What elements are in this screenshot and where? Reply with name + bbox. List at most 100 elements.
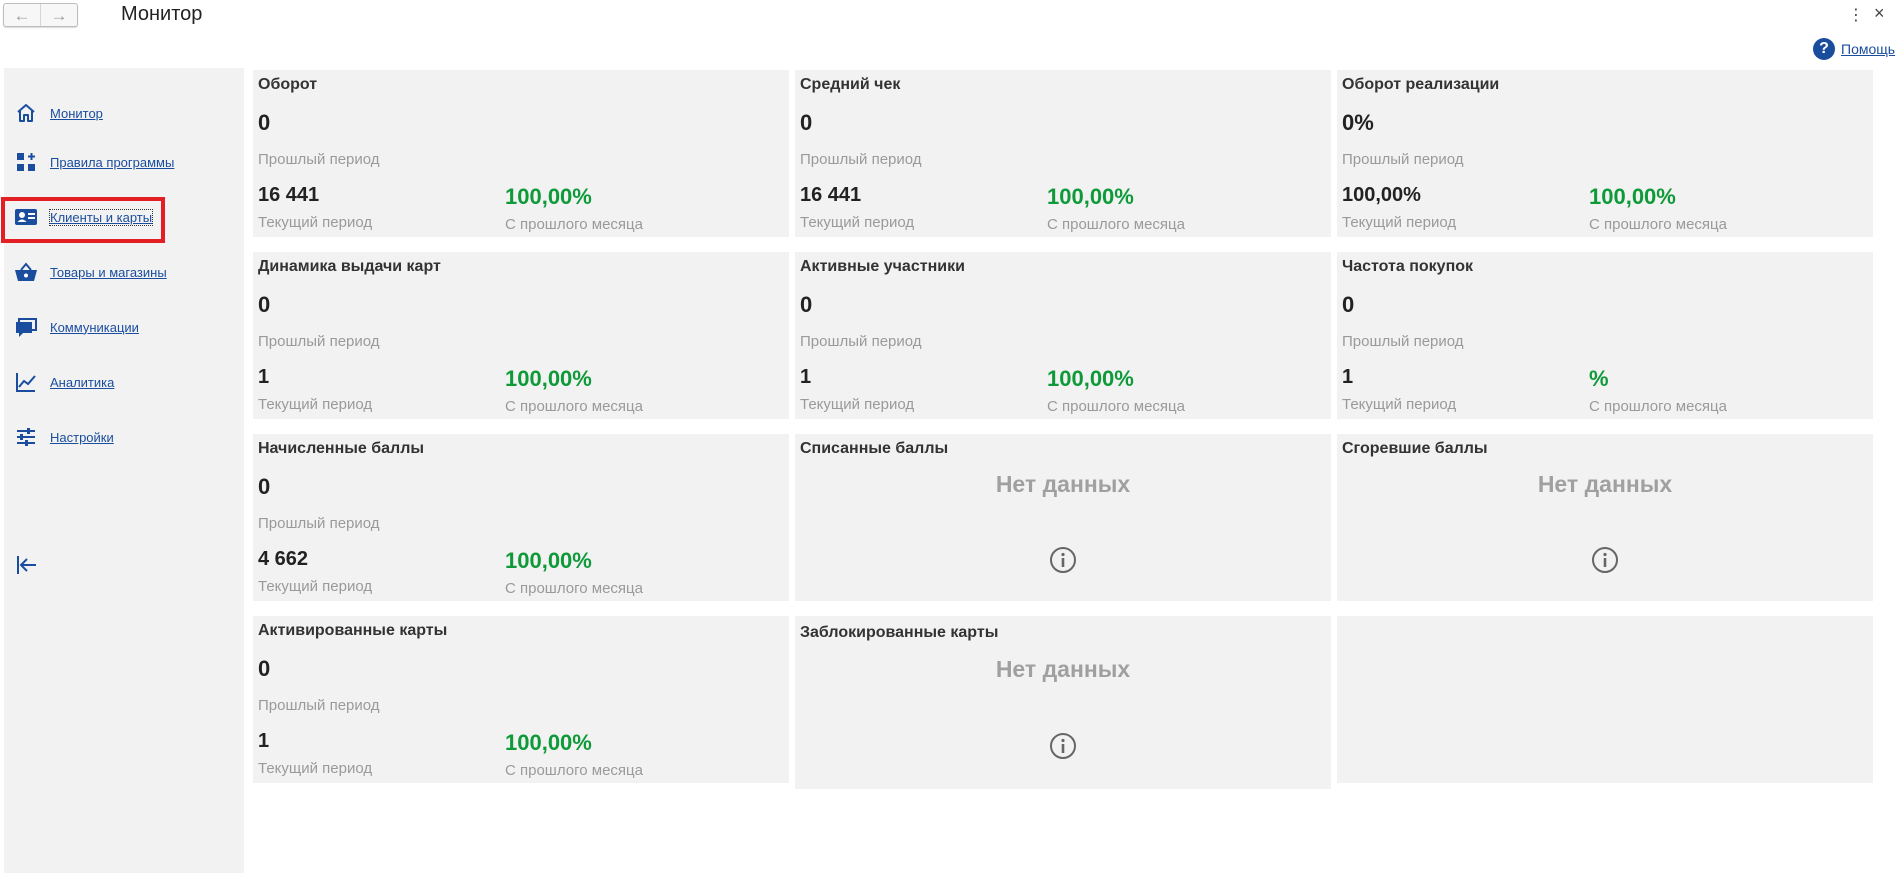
sidebar-item-label[interactable]: Товары и магазины bbox=[50, 265, 167, 280]
change-label: С прошлого месяца bbox=[1047, 398, 1185, 415]
card-title: Заблокированные карты bbox=[800, 624, 999, 641]
current-value: 1 bbox=[258, 730, 270, 752]
metric-card-sales-turnover: Оборот реализации 0% Прошлый период 100,… bbox=[1337, 70, 1873, 237]
window-title: Монитор bbox=[121, 3, 203, 25]
change-percent: 100,00% bbox=[1589, 184, 1676, 209]
current-value: 100,00% bbox=[1342, 184, 1421, 206]
current-value: 16 441 bbox=[800, 184, 862, 206]
close-icon[interactable]: × bbox=[1874, 3, 1885, 24]
prev-label: Прошлый период bbox=[258, 151, 380, 168]
card-title: Списанные баллы bbox=[800, 440, 949, 457]
change-percent: 100,00% bbox=[505, 548, 592, 573]
top-bar: ← → Монитор ⋮ × bbox=[0, 0, 1898, 36]
sidebar-item-monitor[interactable]: Монитор bbox=[14, 101, 103, 125]
nav-buttons: ← → bbox=[3, 3, 78, 27]
change-percent: 100,00% bbox=[505, 366, 592, 391]
chat-icon bbox=[14, 315, 38, 339]
sidebar-item-rules[interactable]: Правила программы bbox=[14, 150, 174, 174]
change-percent: % bbox=[1589, 366, 1609, 391]
change-percent: 100,00% bbox=[1047, 366, 1134, 391]
metric-card-turnover: Оборот 0 Прошлый период 16 441 Текущий п… bbox=[253, 70, 789, 237]
change-label: С прошлого месяца bbox=[1589, 216, 1727, 233]
prev-label: Прошлый период bbox=[1342, 151, 1464, 168]
info-icon[interactable] bbox=[1049, 732, 1077, 760]
change-percent: 100,00% bbox=[1047, 184, 1134, 209]
sliders-icon bbox=[14, 425, 38, 449]
card-title: Оборот реализации bbox=[1342, 76, 1500, 93]
current-value: 4 662 bbox=[258, 548, 309, 570]
prev-value: 0% bbox=[1342, 110, 1374, 135]
sidebar-item-label[interactable]: Коммуникации bbox=[50, 320, 139, 335]
back-button[interactable]: ← bbox=[4, 4, 40, 26]
sidebar-item-communications[interactable]: Коммуникации bbox=[14, 315, 139, 339]
current-value: 1 bbox=[1342, 366, 1354, 388]
sidebar: Монитор Правила программы Клиенты и карт… bbox=[4, 68, 244, 873]
sidebar-item-analytics[interactable]: Аналитика bbox=[14, 370, 114, 394]
forward-button[interactable]: → bbox=[40, 4, 77, 26]
change-label: С прошлого месяца bbox=[1589, 398, 1727, 415]
no-data-label: Нет данных bbox=[995, 471, 1131, 497]
metric-card-card-issue: Динамика выдачи карт 0 Прошлый период 1 … bbox=[253, 252, 789, 419]
change-label: С прошлого месяца bbox=[505, 762, 643, 779]
current-label: Текущий период bbox=[258, 396, 373, 413]
metric-card-accrued-points: Начисленные баллы 0 Прошлый период 4 662… bbox=[253, 434, 789, 601]
help-link[interactable]: Помощь bbox=[1841, 41, 1895, 57]
current-label: Текущий период bbox=[1342, 214, 1457, 231]
sidebar-item-goods[interactable]: Товары и магазины bbox=[14, 260, 167, 284]
card-title: Активные участники bbox=[800, 258, 965, 275]
info-icon[interactable] bbox=[1049, 546, 1077, 574]
home-icon bbox=[14, 101, 38, 125]
help-link-group[interactable]: ? Помощь bbox=[1813, 38, 1895, 60]
card-title: Оборот bbox=[258, 76, 318, 93]
collapse-sidebar-button[interactable] bbox=[14, 552, 40, 578]
change-label: С прошлого месяца bbox=[505, 580, 643, 597]
current-label: Текущий период bbox=[800, 396, 915, 413]
metric-card-redeemed-points: Списанные баллы Нет данных bbox=[795, 434, 1331, 601]
basket-icon bbox=[14, 260, 38, 284]
sidebar-item-label[interactable]: Аналитика bbox=[50, 375, 114, 390]
no-data-label: Нет данных bbox=[1537, 471, 1673, 497]
metric-card-activated-cards: Активированные карты 0 Прошлый период 1 … bbox=[253, 616, 789, 783]
prev-label: Прошлый период bbox=[258, 333, 380, 350]
change-percent: 100,00% bbox=[505, 184, 592, 209]
change-percent: 100,00% bbox=[505, 730, 592, 755]
card-title: Активированные карты bbox=[258, 622, 448, 639]
empty-card-slot bbox=[1337, 616, 1873, 783]
prev-label: Прошлый период bbox=[1342, 333, 1464, 350]
change-label: С прошлого месяца bbox=[505, 216, 643, 233]
metric-card-avg-check: Средний чек 0 Прошлый период 16 441 Теку… bbox=[795, 70, 1331, 237]
no-data-label: Нет данных bbox=[995, 656, 1131, 682]
info-icon[interactable] bbox=[1591, 546, 1619, 574]
prev-label: Прошлый период bbox=[800, 151, 922, 168]
current-value: 16 441 bbox=[258, 184, 320, 206]
sidebar-item-label[interactable]: Монитор bbox=[50, 106, 103, 121]
prev-value: 0 bbox=[258, 110, 271, 135]
metric-card-purchase-frequency: Частота покупок 0 Прошлый период 1 Текущ… bbox=[1337, 252, 1873, 419]
prev-label: Прошлый период bbox=[258, 515, 380, 532]
more-menu-icon[interactable]: ⋮ bbox=[1848, 5, 1864, 25]
help-icon[interactable]: ? bbox=[1813, 38, 1835, 60]
prev-value: 0 bbox=[258, 292, 271, 317]
arrow-right-icon: → bbox=[50, 5, 68, 25]
prev-label: Прошлый период bbox=[258, 697, 380, 714]
sidebar-item-label[interactable]: Настройки bbox=[50, 430, 114, 445]
grid-plus-icon bbox=[14, 150, 38, 174]
sidebar-item-settings[interactable]: Настройки bbox=[14, 425, 114, 449]
prev-value: 0 bbox=[258, 474, 271, 499]
current-label: Текущий период bbox=[1342, 396, 1457, 413]
card-title: Динамика выдачи карт bbox=[258, 258, 441, 275]
prev-value: 0 bbox=[800, 292, 813, 317]
sidebar-item-label[interactable]: Правила программы bbox=[50, 155, 174, 170]
current-value: 1 bbox=[800, 366, 812, 388]
metric-card-burned-points: Сгоревшие баллы Нет данных bbox=[1337, 434, 1873, 601]
change-label: С прошлого месяца bbox=[1047, 216, 1185, 233]
prev-value: 0 bbox=[800, 110, 813, 135]
card-title: Сгоревшие баллы bbox=[1342, 440, 1488, 457]
current-label: Текущий период bbox=[258, 214, 373, 231]
prev-label: Прошлый период bbox=[800, 333, 922, 350]
change-label: С прошлого месяца bbox=[505, 398, 643, 415]
prev-value: 0 bbox=[1342, 292, 1355, 317]
chart-line-icon bbox=[14, 370, 38, 394]
prev-value: 0 bbox=[258, 656, 271, 681]
card-title: Начисленные баллы bbox=[258, 440, 425, 457]
